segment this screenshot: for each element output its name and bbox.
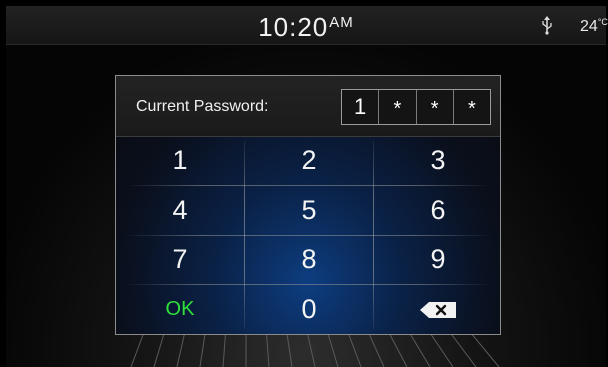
temperature-unit: °C bbox=[597, 17, 608, 27]
temperature-value: 24 bbox=[580, 18, 598, 35]
password-dialog: Current Password: 1 * * * 1 2 3 4 5 6 7 … bbox=[115, 75, 501, 335]
key-7[interactable]: 7 bbox=[116, 235, 244, 284]
password-digit-1: 1 bbox=[354, 94, 367, 119]
status-bar: 10:20AM 24°C bbox=[6, 6, 608, 45]
password-row: Current Password: 1 * * * bbox=[116, 76, 500, 137]
password-field[interactable]: 1 * * * bbox=[341, 89, 491, 125]
backspace-icon bbox=[420, 301, 456, 318]
ok-button[interactable]: OK bbox=[116, 285, 244, 334]
password-label: Current Password: bbox=[136, 98, 269, 115]
key-9[interactable]: 9 bbox=[374, 235, 502, 284]
password-digit-2: * bbox=[378, 90, 415, 124]
clock-time: 10:20 bbox=[258, 12, 329, 42]
password-digit-3: * bbox=[415, 90, 453, 124]
keypad: 1 2 3 4 5 6 7 8 9 OK 0 bbox=[116, 136, 500, 334]
key-3[interactable]: 3 bbox=[374, 136, 502, 185]
key-4[interactable]: 4 bbox=[116, 186, 244, 235]
temperature: 24°C bbox=[580, 17, 608, 36]
password-digit-4: * bbox=[452, 90, 490, 124]
key-6[interactable]: 6 bbox=[374, 186, 502, 235]
key-1[interactable]: 1 bbox=[116, 136, 244, 185]
key-2[interactable]: 2 bbox=[245, 136, 373, 185]
clock-ampm: AM bbox=[329, 14, 354, 31]
key-8[interactable]: 8 bbox=[245, 235, 373, 284]
clock: 10:20AM bbox=[6, 12, 606, 43]
usb-icon bbox=[542, 16, 552, 35]
key-0[interactable]: 0 bbox=[245, 285, 373, 334]
key-5[interactable]: 5 bbox=[245, 186, 373, 235]
backspace-button[interactable] bbox=[374, 285, 502, 334]
